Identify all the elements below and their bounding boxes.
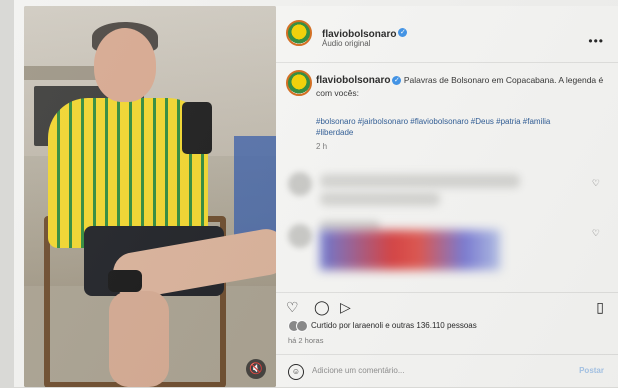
post-time: há 2 horas bbox=[288, 336, 324, 345]
blurred-comment: ♡ bbox=[276, 216, 618, 286]
heart-icon[interactable]: ♡ bbox=[286, 299, 299, 316]
action-bar: ♡ ◯ ▷ ▯ bbox=[276, 292, 618, 317]
head bbox=[94, 28, 156, 102]
blurred-avatar bbox=[288, 224, 312, 248]
heart-icon[interactable]: ♡ bbox=[592, 178, 600, 189]
blurred-text bbox=[320, 192, 440, 206]
verified-icon: ✓ bbox=[392, 76, 402, 86]
phone bbox=[182, 102, 212, 154]
avatar[interactable] bbox=[286, 20, 312, 46]
comment-bar: ☺ Adicione um comentário... Postar bbox=[276, 354, 618, 388]
post-button[interactable]: Postar bbox=[579, 366, 604, 375]
leg-lower bbox=[109, 291, 169, 387]
blurred-comment: ♡ bbox=[276, 164, 618, 210]
hashtags[interactable]: #bolsonaro #jairbolsonaro #flaviobolsona… bbox=[316, 116, 556, 138]
likes-text[interactable]: Curtido por laraenoli e outras 136.110 p… bbox=[311, 321, 477, 330]
speaker-muted-icon[interactable]: 🔇 bbox=[246, 359, 266, 379]
comment-icon[interactable]: ◯ bbox=[314, 299, 330, 316]
post-age: 2 h bbox=[316, 142, 328, 151]
blurred-text bbox=[320, 174, 520, 188]
verified-icon: ✓ bbox=[398, 28, 408, 38]
caption-username[interactable]: flaviobolsonaro bbox=[316, 75, 390, 86]
comment-input[interactable]: Adicione um comentário... bbox=[312, 366, 405, 375]
emoji-icon[interactable]: ☺ bbox=[288, 364, 304, 380]
bookmark-icon[interactable]: ▯ bbox=[596, 299, 604, 316]
more-icon[interactable]: ••• bbox=[588, 34, 604, 48]
instagram-post-screen: 🔇 flaviobolsonaro ✓ Áudio original ••• fl… bbox=[14, 0, 618, 387]
avatar[interactable] bbox=[286, 70, 312, 96]
post-sidebar: flaviobolsonaro ✓ Áudio original ••• flav… bbox=[276, 6, 618, 387]
likes-line: Curtido por laraenoli e outras 136.110 p… bbox=[288, 320, 477, 332]
ankle-monitor bbox=[108, 270, 142, 292]
post-header: flaviobolsonaro ✓ Áudio original ••• bbox=[276, 6, 618, 63]
blurred-image bbox=[320, 230, 500, 270]
audio-label[interactable]: Áudio original bbox=[322, 39, 370, 48]
caption-text: flaviobolsonaro ✓ Palavras de Bolsonaro e… bbox=[316, 74, 612, 99]
heart-icon[interactable]: ♡ bbox=[592, 228, 600, 239]
liker-avatar bbox=[296, 320, 308, 332]
share-icon[interactable]: ▷ bbox=[340, 299, 351, 316]
blurred-avatar bbox=[288, 172, 312, 196]
post-video[interactable]: 🔇 bbox=[24, 6, 276, 387]
